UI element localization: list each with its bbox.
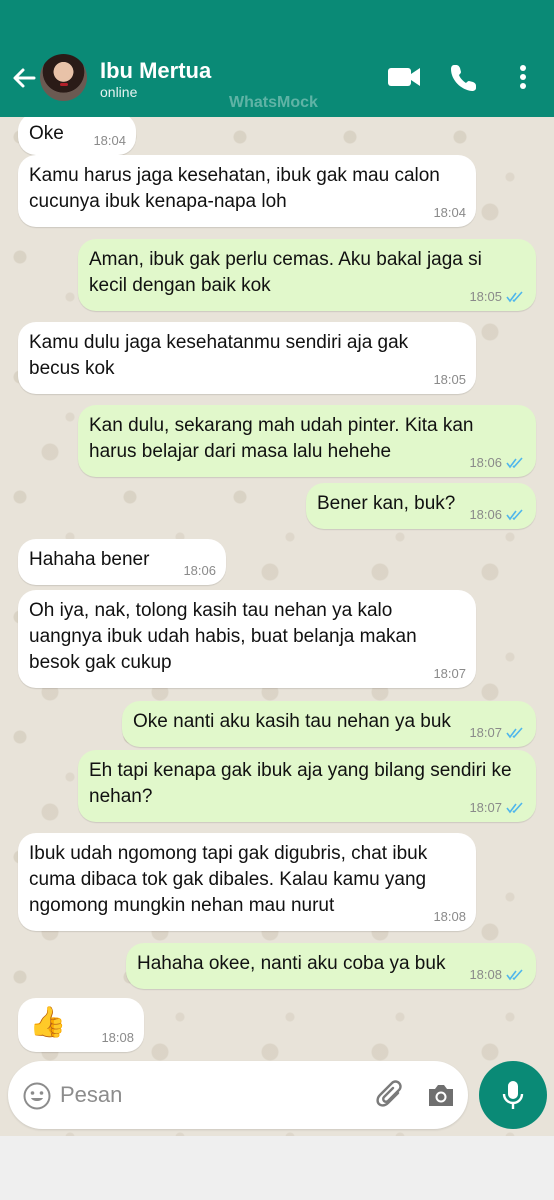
message-time: 18:06 <box>469 507 502 522</box>
contact-status: online <box>100 84 138 100</box>
avatar[interactable] <box>40 54 87 101</box>
message-time: 18:07 <box>433 666 466 681</box>
message-bubble[interactable]: Hahaha okee, nanti aku coba ya buk 18:08 <box>126 943 536 989</box>
message-time: 18:08 <box>469 967 502 982</box>
video-call-icon[interactable] <box>387 62 421 92</box>
chat-area[interactable]: Oke 18:04 Kamu harus jaga kesehatan, ibu… <box>0 117 554 1136</box>
watermark: WhatsMock <box>229 94 318 111</box>
message-text: Kamu dulu jaga kesehatanmu sendiri aja g… <box>29 332 409 379</box>
message-time: 18:07 <box>469 800 502 815</box>
message-time: 18:04 <box>433 205 466 220</box>
camera-icon[interactable] <box>426 1081 456 1109</box>
message-bubble[interactable]: Kamu harus jaga kesehatan, ibuk gak mau … <box>18 155 476 227</box>
contact-name[interactable]: Ibu Mertua <box>100 58 211 84</box>
message-bubble[interactable]: Oke nanti aku kasih tau nehan ya buk 18:… <box>122 701 536 747</box>
message-bubble[interactable]: Kan dulu, sekarang mah udah pinter. Kita… <box>78 405 536 477</box>
message-time: 18:08 <box>433 909 466 924</box>
message-text: Ibuk udah ngomong tapi gak digubris, cha… <box>29 843 428 916</box>
message-bubble[interactable]: Oh iya, nak, tolong kasih tau nehan ya k… <box>18 590 476 688</box>
message-text: Hahaha okee, nanti aku coba ya buk <box>137 953 446 974</box>
read-ticks-icon <box>506 802 523 814</box>
message-time: 18:04 <box>93 133 126 148</box>
message-time: 18:06 <box>469 455 502 470</box>
message-bubble[interactable]: Oke 18:04 <box>18 117 136 155</box>
message-text: Oke nanti aku kasih tau nehan ya buk <box>133 711 451 732</box>
message-bubble[interactable]: Aman, ibuk gak perlu cemas. Aku bakal ja… <box>78 239 536 311</box>
message-time: 18:06 <box>183 563 216 578</box>
attachment-icon[interactable] <box>376 1079 406 1111</box>
voice-message-button[interactable] <box>479 1061 547 1129</box>
message-bubble[interactable]: Eh tapi kenapa gak ibuk aja yang bilang … <box>78 750 536 822</box>
microphone-icon <box>502 1081 524 1109</box>
bottom-bar <box>0 1136 554 1200</box>
phone-call-icon[interactable] <box>450 62 478 92</box>
message-text: Aman, ibuk gak perlu cemas. Aku bakal ja… <box>89 249 482 296</box>
message-time: 18:05 <box>433 372 466 387</box>
message-bubble[interactable]: Ibuk udah ngomong tapi gak digubris, cha… <box>18 833 476 931</box>
more-options-icon[interactable] <box>514 62 532 92</box>
message-text: Kamu harus jaga kesehatan, ibuk gak mau … <box>29 165 440 212</box>
emoji-icon[interactable] <box>22 1081 52 1111</box>
message-time: 18:07 <box>469 725 502 740</box>
message-bubble[interactable]: Bener kan, buk? 18:06 <box>306 483 536 529</box>
message-time: 18:05 <box>469 289 502 304</box>
message-bubble[interactable]: Kamu dulu jaga kesehatanmu sendiri aja g… <box>18 322 476 394</box>
message-bubble[interactable]: Hahaha bener 18:06 <box>18 539 226 585</box>
message-time: 18:08 <box>101 1030 134 1045</box>
read-ticks-icon <box>506 457 523 469</box>
read-ticks-icon <box>506 727 523 739</box>
message-composer <box>8 1061 468 1129</box>
back-arrow-icon[interactable] <box>10 64 38 92</box>
message-bubble[interactable]: 👍 18:08 <box>18 998 144 1052</box>
message-text: Kan dulu, sekarang mah udah pinter. Kita… <box>89 415 474 462</box>
read-ticks-icon <box>506 291 523 303</box>
message-text: Oh iya, nak, tolong kasih tau nehan ya k… <box>29 600 417 673</box>
read-ticks-icon <box>506 509 523 521</box>
message-input[interactable] <box>60 1078 360 1112</box>
chat-header: Ibu Mertua online WhatsMock <box>0 0 554 117</box>
message-text: Eh tapi kenapa gak ibuk aja yang bilang … <box>89 760 512 807</box>
read-ticks-icon <box>506 969 523 981</box>
